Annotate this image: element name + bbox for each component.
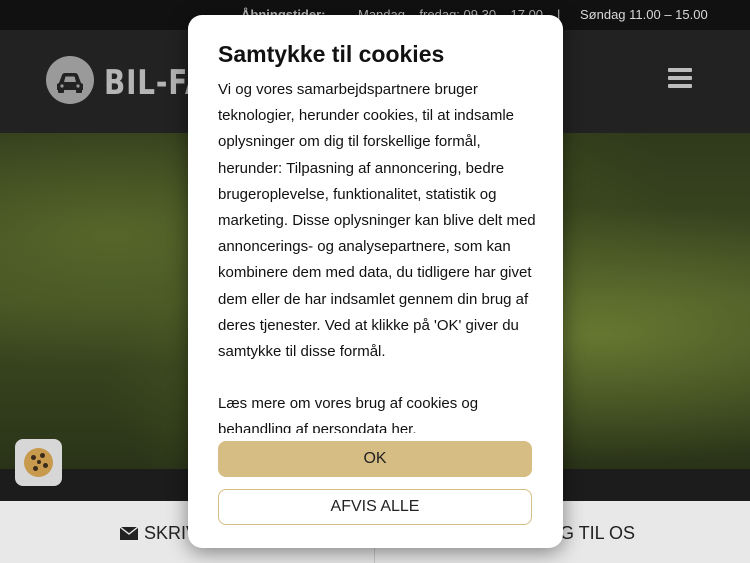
cookie-consent-dialog: Samtykke til cookies Vi og vores samarbe… [188,15,563,548]
opening-hours-sunday: Søndag 11.00 – 15.00 [580,7,708,22]
car-logo-icon[interactable] [46,56,94,104]
consent-text: Vi og vores samarbejdspartnere bruger te… [218,81,536,361]
hamburger-menu-icon[interactable] [668,68,692,92]
write-to-us-link[interactable]: SKRIV [120,523,198,544]
envelope-icon [120,527,138,540]
call-us-link[interactable]: G TIL OS [560,523,635,544]
reject-all-button[interactable]: AFVIS ALLE [218,489,532,525]
cookie-settings-button[interactable] [15,439,62,486]
dialog-title: Samtykke til cookies [218,41,445,67]
dialog-body[interactable]: Vi og vores samarbejdspartnere bruger te… [218,77,538,433]
accept-button[interactable]: OK [218,441,532,477]
cookie-icon [24,448,53,477]
call-us-label: G TIL OS [560,523,636,543]
privacy-text: Læs mere om vores brug af cookies og beh… [218,395,479,433]
